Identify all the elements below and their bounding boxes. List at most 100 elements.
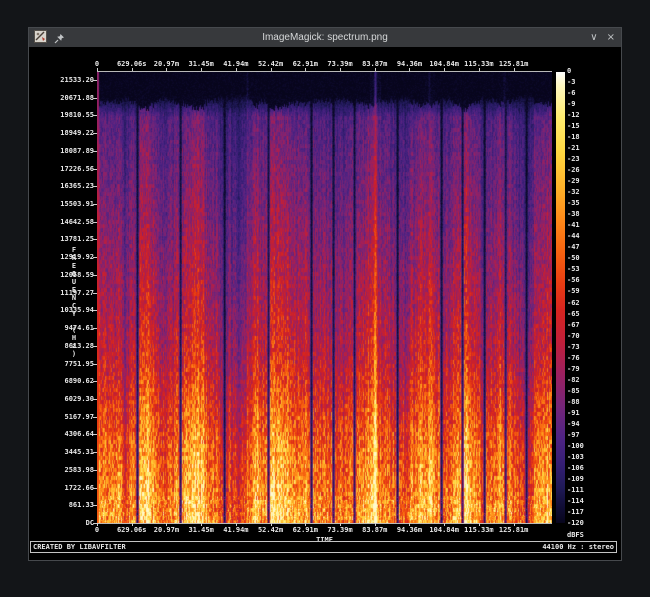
- time-tick-label: 31.45m: [189, 60, 214, 68]
- db-tick-label: -88: [567, 398, 580, 406]
- time-tick-mark: [444, 523, 445, 526]
- freq-tick-label: 7751.95: [50, 360, 94, 368]
- db-tick-label: -111: [567, 486, 584, 494]
- db-tick-label: -85: [567, 387, 580, 395]
- freq-tick-label: 14642.58: [50, 218, 94, 226]
- time-tick-label: 125.81m: [499, 60, 529, 68]
- time-tick-mark: [305, 68, 306, 71]
- time-tick-label: 52.42m: [258, 60, 283, 68]
- db-tick-label: -32: [567, 188, 580, 196]
- time-tick-label: 94.36m: [397, 526, 422, 534]
- freq-axis-title-char: Y: [67, 310, 81, 318]
- freq-axis-title-char: E: [67, 286, 81, 294]
- freq-axis-title-char: R: [67, 254, 81, 262]
- time-tick-label: 73.39m: [327, 60, 352, 68]
- freq-tick-label: 18087.89: [50, 147, 94, 155]
- time-tick-mark: [409, 68, 410, 71]
- time-tick-mark: [201, 523, 202, 526]
- freq-tick-mark: [93, 328, 97, 329]
- time-tick-label: 83.87m: [362, 526, 387, 534]
- footer: CREATED BY LIBAVFILTER 44100 Hz : stereo: [30, 541, 617, 553]
- freq-tick-mark: [93, 417, 97, 418]
- db-tick-label: -23: [567, 155, 580, 163]
- freq-tick-mark: [93, 222, 97, 223]
- time-tick-mark: [271, 523, 272, 526]
- freq-tick-mark: [93, 452, 97, 453]
- window-title: ImageMagick: spectrum.png: [29, 28, 621, 47]
- freq-tick-mark: [93, 133, 97, 134]
- freq-tick-mark: [93, 505, 97, 506]
- image-viewport[interactable]: 0629.06s20.97m31.45m41.94m52.42m62.91m73…: [29, 47, 621, 560]
- time-tick-mark: [166, 523, 167, 526]
- db-tick-label: -120: [567, 519, 584, 527]
- freq-tick-label: 16365.23: [50, 182, 94, 190]
- freq-tick-mark: [93, 151, 97, 152]
- freq-axis-title-char: z: [67, 342, 81, 350]
- close-icon[interactable]: ×: [607, 33, 615, 43]
- time-tick-label: 41.94m: [223, 526, 248, 534]
- freq-tick-label: 1722.66: [50, 484, 94, 492]
- time-tick-label: 41.94m: [223, 60, 248, 68]
- db-tick-label: -109: [567, 475, 584, 483]
- freq-tick-label: 13781.25: [50, 235, 94, 243]
- db-tick-label: -9: [567, 100, 575, 108]
- freq-axis-title-char: U: [67, 278, 81, 286]
- time-tick-mark: [236, 68, 237, 71]
- time-tick-mark: [479, 523, 480, 526]
- freq-tick-mark: [93, 239, 97, 240]
- freq-tick-label: DC: [50, 519, 94, 527]
- time-tick-label: 31.45m: [189, 526, 214, 534]
- db-tick-label: -103: [567, 453, 584, 461]
- db-tick-label: -47: [567, 243, 580, 251]
- db-tick-label: -29: [567, 177, 580, 185]
- time-tick-label: 629.06s: [117, 60, 147, 68]
- titlebar[interactable]: ImageMagick: spectrum.png ∨ ×: [29, 28, 621, 48]
- db-tick-label: -6: [567, 89, 575, 97]
- db-tick-label: -41: [567, 221, 580, 229]
- freq-tick-mark: [93, 310, 97, 311]
- freq-axis-title-char: F: [67, 246, 81, 254]
- db-tick-label: -67: [567, 321, 580, 329]
- time-tick-label: 104.84m: [429, 526, 459, 534]
- time-tick-mark: [514, 68, 515, 71]
- freq-tick-mark: [93, 434, 97, 435]
- time-tick-label: 115.33m: [464, 526, 494, 534]
- time-tick-mark: [375, 523, 376, 526]
- time-tick-mark: [97, 68, 98, 71]
- db-tick-label: -26: [567, 166, 580, 174]
- time-tick-mark: [132, 523, 133, 526]
- db-tick-label: -53: [567, 265, 580, 273]
- freq-axis-title-char: Q: [67, 270, 81, 278]
- freq-axis-title-char: (: [67, 326, 81, 334]
- footer-credit: CREATED BY LIBAVFILTER: [33, 543, 126, 551]
- time-tick-label: 73.39m: [327, 526, 352, 534]
- time-tick-label: 629.06s: [117, 526, 147, 534]
- time-tick-mark: [166, 68, 167, 71]
- freq-tick-label: 17226.56: [50, 165, 94, 173]
- freq-tick-mark: [93, 115, 97, 116]
- freq-axis-title-char: H: [67, 334, 81, 342]
- plot-frame: [97, 71, 552, 524]
- time-tick-label: 94.36m: [397, 60, 422, 68]
- freq-tick-mark: [93, 98, 97, 99]
- freq-tick-label: 20671.88: [50, 94, 94, 102]
- time-tick-mark: [340, 68, 341, 71]
- time-tick-label: 104.84m: [429, 60, 459, 68]
- db-tick-label: -91: [567, 409, 580, 417]
- db-tick-label: 0: [567, 67, 571, 75]
- freq-tick-mark: [93, 293, 97, 294]
- freq-tick-mark: [93, 186, 97, 187]
- db-tick-label: -50: [567, 254, 580, 262]
- freq-tick-mark: [93, 257, 97, 258]
- shade-icon[interactable]: ∨: [590, 33, 597, 43]
- freq-tick-label: 21533.20: [50, 76, 94, 84]
- freq-axis-title-char: N: [67, 294, 81, 302]
- db-tick-label: -3: [567, 78, 575, 86]
- db-tick-label: -12: [567, 111, 580, 119]
- freq-tick-mark: [93, 381, 97, 382]
- time-tick-mark: [132, 68, 133, 71]
- db-tick-label: -62: [567, 299, 580, 307]
- freq-tick-label: 15503.91: [50, 200, 94, 208]
- db-tick-label: -82: [567, 376, 580, 384]
- db-tick-label: -35: [567, 199, 580, 207]
